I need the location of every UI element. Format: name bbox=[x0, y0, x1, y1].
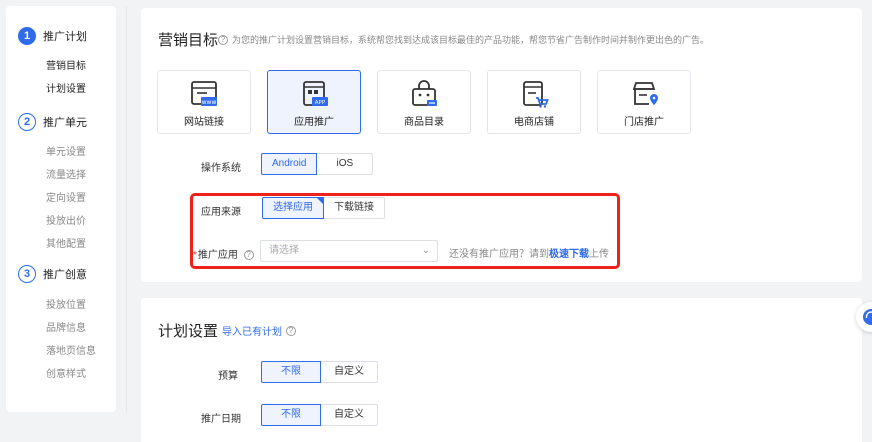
step-title: 推广创意 bbox=[43, 269, 87, 281]
promo-app-select[interactable]: 请选择 ⌄ bbox=[260, 240, 438, 262]
nav-item-creative-style[interactable]: 创意样式 bbox=[46, 365, 86, 380]
goal-label: 门店推广 bbox=[624, 117, 664, 128]
budget-label: 预算 bbox=[218, 371, 238, 382]
promo-app-label-text: 推广应用 bbox=[197, 250, 238, 261]
goal-ecommerce[interactable]: 电商店铺 bbox=[487, 70, 581, 134]
budget-selector: 不限 自定义 bbox=[261, 361, 378, 383]
os-ios-button[interactable]: iOS bbox=[316, 153, 374, 175]
ecommerce-store-icon bbox=[523, 81, 549, 108]
goal-label: 电商店铺 bbox=[514, 117, 554, 128]
section-title-marketing: 营销目标 bbox=[158, 32, 219, 49]
step-title: 推广单元 bbox=[43, 117, 87, 129]
step-number: 1 bbox=[18, 27, 36, 45]
help-icon[interactable]: ? bbox=[286, 325, 296, 336]
headset-icon bbox=[863, 309, 872, 325]
os-android-button[interactable]: Android bbox=[261, 153, 318, 175]
promo-app-hint: 还没有推广应用？请到极速下载上传 bbox=[449, 245, 609, 260]
nav-item-targeting[interactable]: 定向设置 bbox=[46, 189, 86, 204]
catalog-icon bbox=[412, 80, 437, 106]
hint-suffix: 上传 bbox=[589, 249, 609, 260]
svg-text:www: www bbox=[202, 99, 217, 106]
goal-label: 网站链接 bbox=[184, 117, 224, 128]
nav-item-plan-settings[interactable]: 计划设置 bbox=[46, 80, 86, 95]
nav-item-traffic[interactable]: 流量选择 bbox=[46, 166, 86, 181]
goal-label: 商品目录 bbox=[404, 117, 444, 128]
nav-item-other-config[interactable]: 其他配置 bbox=[46, 235, 86, 250]
goal-store[interactable]: 门店推广 bbox=[597, 70, 691, 134]
download-link-button[interactable]: 下载链接 bbox=[323, 197, 385, 219]
plan-settings-card bbox=[141, 298, 862, 442]
select-placeholder: 请选择 bbox=[269, 245, 299, 256]
description-text: 为您的推广计划设置营销目标，系统帮您找到达成该目标最佳的产品功能，帮您节省广告制… bbox=[232, 35, 710, 45]
nav-item-placement[interactable]: 投放位置 bbox=[46, 296, 86, 311]
hint-prefix: 还没有推广应用？请到 bbox=[449, 249, 549, 260]
required-mark: * bbox=[193, 250, 197, 261]
nav-item-landing-page[interactable]: 落地页信息 bbox=[46, 342, 96, 357]
goal-app[interactable]: APP 应用推广 bbox=[267, 70, 361, 134]
step-2[interactable]: 2 推广单元 bbox=[18, 113, 87, 131]
select-app-button[interactable]: 选择应用 bbox=[262, 197, 324, 219]
promo-app-label: *推广应用 ? bbox=[193, 246, 254, 261]
chevron-down-icon: ⌄ bbox=[421, 245, 430, 256]
import-plan: 导入已有计划 ? bbox=[222, 323, 296, 338]
app-source-label: 应用来源 bbox=[201, 207, 241, 218]
marketing-card bbox=[141, 8, 862, 282]
nav-item-brand-info[interactable]: 品牌信息 bbox=[46, 319, 86, 334]
select-app-label: 选择应用 bbox=[273, 202, 313, 213]
marketing-description: ? 为您的推广计划设置营销目标，系统帮您找到达成该目标最佳的产品功能，帮您节省广… bbox=[218, 33, 709, 46]
goal-website[interactable]: www 网站链接 bbox=[157, 70, 251, 134]
selected-corner-mark bbox=[317, 198, 323, 204]
os-selector: Android iOS bbox=[261, 153, 374, 175]
date-selector: 不限 自定义 bbox=[261, 404, 378, 426]
date-unlimited-button[interactable]: 不限 bbox=[261, 404, 321, 426]
os-label: 操作系统 bbox=[201, 163, 241, 174]
goal-label: 应用推广 bbox=[294, 117, 334, 128]
fast-download-link[interactable]: 极速下载 bbox=[549, 249, 589, 260]
date-label: 推广日期 bbox=[201, 414, 241, 425]
help-icon[interactable]: ? bbox=[218, 34, 228, 45]
step-1[interactable]: 1 推广计划 bbox=[18, 27, 87, 45]
nav-divider bbox=[126, 6, 127, 412]
import-plan-link[interactable]: 导入已有计划 bbox=[222, 323, 282, 338]
budget-unlimited-button[interactable]: 不限 bbox=[261, 361, 321, 383]
website-icon: www bbox=[191, 81, 217, 106]
app-icon: APP bbox=[303, 81, 328, 106]
date-custom-button[interactable]: 自定义 bbox=[320, 404, 378, 426]
nav-item-marketing-goal[interactable]: 营销目标 bbox=[46, 57, 86, 72]
budget-custom-button[interactable]: 自定义 bbox=[320, 361, 378, 383]
step-title: 推广计划 bbox=[43, 31, 87, 43]
section-title-plan: 计划设置 bbox=[158, 323, 219, 340]
app-source-selector: 选择应用 下载链接 bbox=[262, 197, 385, 219]
help-icon[interactable]: ? bbox=[243, 250, 254, 261]
nav-item-unit-settings[interactable]: 单元设置 bbox=[46, 143, 86, 158]
store-location-icon bbox=[632, 82, 658, 105]
svg-text:APP: APP bbox=[315, 100, 326, 106]
nav-item-bidding[interactable]: 投放出价 bbox=[46, 212, 86, 227]
step-number: 2 bbox=[18, 113, 36, 131]
step-3[interactable]: 3 推广创意 bbox=[18, 265, 87, 283]
goal-catalog[interactable]: 商品目录 bbox=[377, 70, 471, 134]
step-number: 3 bbox=[18, 265, 36, 283]
